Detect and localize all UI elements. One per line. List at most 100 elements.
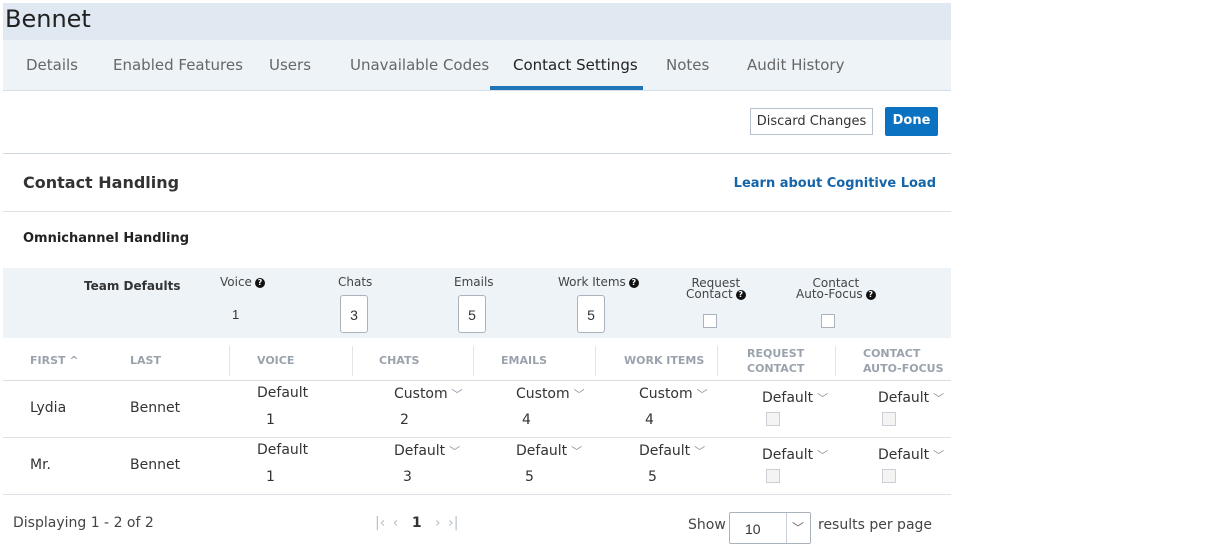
question-icon[interactable]: ?	[735, 289, 746, 300]
title-bar: Bennet	[3, 3, 951, 40]
app-window: Bennet Details Enabled Features Users Un…	[3, 3, 951, 553]
cell-workitems-value: 5	[648, 469, 657, 485]
cell-chats-value: 2	[400, 412, 409, 428]
chevron-down-icon: ﹀	[451, 388, 463, 401]
tab-bar: Details Enabled Features Users Unavailab…	[3, 40, 951, 91]
column-divider	[473, 346, 474, 376]
autofocus-default-checkbox[interactable]	[821, 314, 835, 328]
section-header: Contact Handling Learn about Cognitive L…	[3, 154, 951, 212]
cell-voice-mode: Default	[257, 385, 309, 401]
last-page-icon[interactable]: ›|	[448, 515, 458, 531]
chevron-down-icon: ﹀	[696, 388, 708, 401]
chats-default-input[interactable]: 3	[340, 295, 368, 333]
question-icon[interactable]: ?	[865, 289, 876, 300]
workitems-mode-dropdown[interactable]: Default ﹀	[639, 443, 705, 459]
chevron-down-icon: ﹀	[817, 449, 829, 462]
emails-mode-dropdown[interactable]: Custom ﹀	[516, 386, 585, 402]
select-divider	[786, 513, 787, 543]
chevron-down-icon: ﹀	[792, 521, 805, 535]
chats-mode-dropdown[interactable]: Custom ﹀	[394, 386, 463, 402]
col-first[interactable]: FIRST ^	[30, 353, 79, 368]
cell-voice-mode: Default	[257, 442, 309, 458]
team-defaults-panel: Team Defaults Voice? 1 Chats 3 Emails 5 …	[3, 268, 951, 338]
per-page-value: 10	[745, 521, 761, 537]
request-contact-label: Request Contact?	[686, 277, 746, 300]
cell-first: Lydia	[30, 400, 67, 416]
request-mode-dropdown[interactable]: Default ﹀	[762, 390, 828, 406]
tab-users[interactable]: Users	[269, 40, 311, 90]
chevron-down-icon: ﹀	[573, 388, 585, 401]
chats-mode-dropdown[interactable]: Default ﹀	[394, 443, 460, 459]
cell-workitems-value: 4	[645, 412, 654, 428]
autofocus-mode-dropdown[interactable]: Default ﹀	[878, 447, 944, 463]
table-header: FIRST ^ LAST VOICE CHATS EMAILS WORK ITE…	[3, 338, 951, 381]
request-mode-dropdown[interactable]: Default ﹀	[762, 447, 828, 463]
cell-first: Mr.	[30, 457, 51, 473]
request-contact-checkbox[interactable]	[766, 469, 780, 483]
table-row: Mr. Bennet Default 1 Default ﹀ 3 Default ﹀…	[3, 438, 951, 495]
learn-cognitive-load-link[interactable]: Learn about Cognitive Load	[734, 176, 936, 191]
cell-last: Bennet	[130, 457, 181, 473]
column-divider	[717, 346, 718, 376]
question-icon[interactable]: ?	[628, 277, 639, 288]
first-page-icon[interactable]: |‹	[375, 515, 385, 531]
omnichannel-title: Omnichannel Handling	[23, 231, 190, 246]
request-contact-default-checkbox[interactable]	[703, 314, 717, 328]
cell-emails-value: 4	[522, 412, 531, 428]
discard-changes-button[interactable]: Discard Changes	[750, 108, 873, 135]
cell-voice-value: 1	[266, 412, 275, 428]
section-title: Contact Handling	[23, 173, 180, 192]
workitems-mode-dropdown[interactable]: Custom ﹀	[639, 386, 708, 402]
tab-audit-history[interactable]: Audit History	[747, 40, 844, 90]
chevron-down-icon: ﹀	[933, 392, 945, 405]
pagination: |‹ ‹ 1 › ›|	[375, 515, 458, 531]
col-autofocus[interactable]: CONTACT AUTO-FOCUS	[863, 346, 944, 376]
prev-page-icon[interactable]: ‹	[393, 515, 399, 531]
per-page-select[interactable]: 10 ﹀	[729, 512, 811, 544]
active-tab-indicator	[490, 86, 643, 90]
results-per-page-label: results per page	[818, 517, 933, 533]
col-request-contact[interactable]: REQUEST CONTACT	[747, 346, 804, 376]
request-contact-checkbox[interactable]	[766, 412, 780, 426]
tab-unavailable-codes[interactable]: Unavailable Codes	[350, 40, 489, 90]
column-divider	[595, 346, 596, 376]
chevron-down-icon: ﹀	[571, 445, 583, 458]
column-divider	[229, 346, 230, 376]
show-label: Show	[688, 517, 726, 533]
cell-emails-value: 5	[525, 469, 534, 485]
sort-asc-icon: ^	[69, 354, 79, 367]
emails-label: Emails	[454, 275, 494, 289]
autofocus-mode-dropdown[interactable]: Default ﹀	[878, 390, 944, 406]
voice-label: Voice?	[220, 276, 265, 288]
column-divider	[835, 346, 836, 376]
tab-details[interactable]: Details	[26, 40, 78, 90]
emails-mode-dropdown[interactable]: Default ﹀	[516, 443, 582, 459]
chevron-down-icon: ﹀	[449, 445, 461, 458]
voice-default-value: 1	[232, 307, 240, 322]
emails-default-input[interactable]: 5	[458, 295, 486, 333]
autofocus-label: Contact Auto-Focus?	[796, 277, 876, 300]
tab-contact-settings[interactable]: Contact Settings	[513, 40, 638, 90]
page-title: Bennet	[5, 5, 91, 33]
chats-label: Chats	[338, 275, 373, 289]
current-page[interactable]: 1	[412, 515, 422, 531]
workitems-default-input[interactable]: 5	[577, 295, 605, 333]
next-page-icon[interactable]: ›	[435, 515, 441, 531]
col-emails[interactable]: EMAILS	[501, 353, 547, 368]
col-chats[interactable]: CHATS	[379, 353, 419, 368]
workitems-label: Work Items?	[558, 276, 639, 288]
cell-chats-value: 3	[403, 469, 412, 485]
question-icon[interactable]: ?	[254, 277, 265, 288]
tab-notes[interactable]: Notes	[666, 40, 709, 90]
done-button[interactable]: Done	[885, 107, 938, 136]
col-workitems[interactable]: WORK ITEMS	[624, 353, 704, 368]
col-voice[interactable]: VOICE	[257, 353, 294, 368]
autofocus-checkbox[interactable]	[882, 412, 896, 426]
autofocus-checkbox[interactable]	[882, 469, 896, 483]
team-defaults-label: Team Defaults	[84, 279, 181, 293]
col-last[interactable]: LAST	[130, 353, 161, 368]
cell-last: Bennet	[130, 400, 181, 416]
tab-enabled-features[interactable]: Enabled Features	[113, 40, 243, 90]
table-row: Lydia Bennet Default 1 Custom ﹀ 2 Custom ﹀…	[3, 381, 951, 438]
chevron-down-icon: ﹀	[817, 392, 829, 405]
